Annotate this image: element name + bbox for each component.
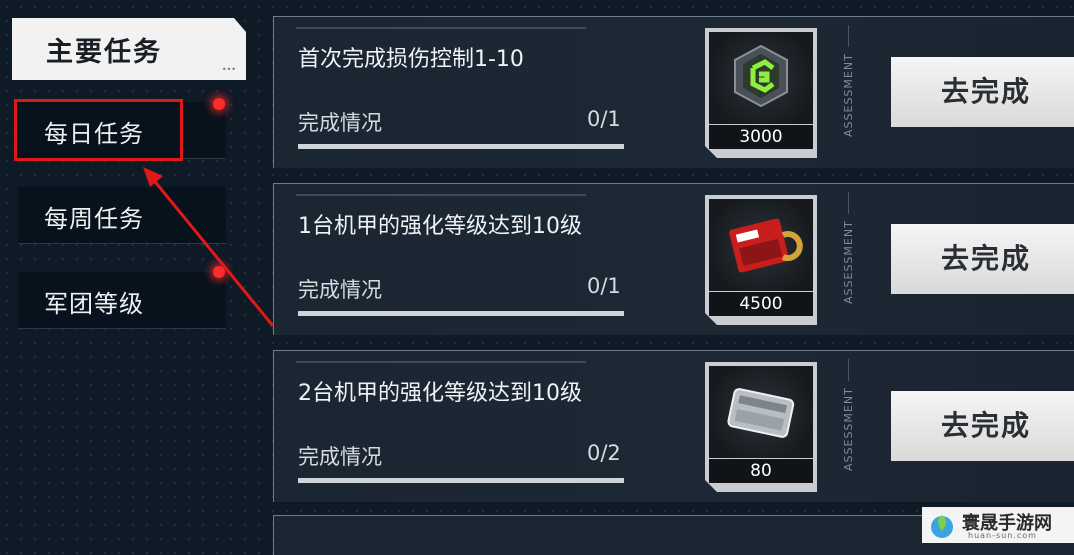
watermark: 寰晟手游网 huan-sun.com xyxy=(922,507,1074,543)
annotation-arrow-icon xyxy=(143,167,275,327)
watermark-url: huan-sun.com xyxy=(968,531,1037,540)
watermark-logo-icon xyxy=(931,515,953,538)
